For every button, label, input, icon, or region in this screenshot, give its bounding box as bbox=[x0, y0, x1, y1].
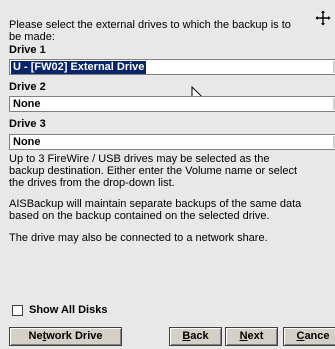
drive3-label: Drive 3 bbox=[9, 118, 46, 130]
info-para3: The drive may also be connected to a net… bbox=[9, 232, 268, 244]
drive3-value[interactable]: None bbox=[13, 136, 41, 149]
show-all-disks-label[interactable]: Show All Disks bbox=[29, 304, 107, 316]
network-drive-button[interactable]: Network Drive bbox=[9, 327, 122, 346]
drive2-combobox[interactable]: None bbox=[9, 96, 335, 112]
drive1-value[interactable]: U - [FW02] External Drive bbox=[11, 61, 147, 74]
info-para1-line3: the drives from the drop-down list. bbox=[9, 177, 175, 189]
drive3-combobox[interactable]: None bbox=[9, 134, 335, 150]
move-cursor-icon bbox=[315, 10, 331, 26]
drive1-combobox[interactable]: U - [FW02] External Drive bbox=[9, 59, 335, 75]
intro-text-line2: be made: bbox=[9, 31, 55, 43]
cancel-button[interactable]: Cance bbox=[283, 327, 335, 346]
info-para2-line1: AISBackup will maintain separate backups… bbox=[9, 198, 302, 210]
next-button[interactable]: Next bbox=[225, 327, 278, 346]
show-all-disks-checkbox[interactable] bbox=[12, 305, 23, 316]
drive2-label: Drive 2 bbox=[9, 81, 46, 93]
info-para2-line2: based on the backup contained on the sel… bbox=[9, 210, 270, 222]
backup-drive-dialog: Please select the external drives to whi… bbox=[0, 0, 335, 349]
drive2-value[interactable]: None bbox=[13, 98, 41, 111]
info-para1-line1: Up to 3 FireWire / USB drives may be sel… bbox=[9, 153, 270, 165]
info-para1-line2: backup destination. Either enter the Vol… bbox=[9, 165, 298, 177]
back-button[interactable]: Back bbox=[169, 327, 222, 346]
drive1-label: Drive 1 bbox=[9, 44, 46, 56]
intro-text-line1: Please select the external drives to whi… bbox=[9, 19, 291, 31]
